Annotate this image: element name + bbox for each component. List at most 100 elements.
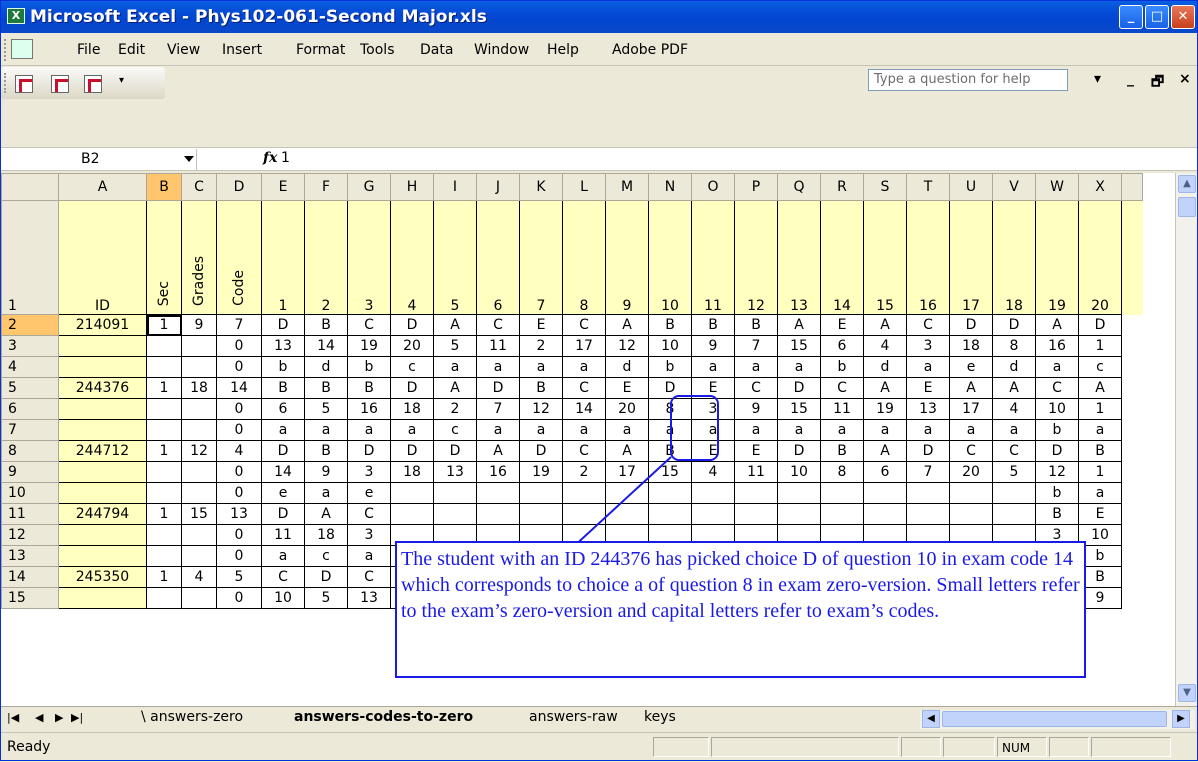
last-sheet-icon[interactable]: ▶| [71, 711, 83, 724]
cell-Q5[interactable]: D [777, 377, 821, 399]
sheet-tab-answers-codes-to-zero[interactable]: answers-codes-to-zero [294, 709, 473, 725]
cell-I11[interactable] [433, 503, 477, 525]
cell-U9[interactable]: 20 [949, 461, 993, 483]
cell-G13[interactable]: a [347, 545, 391, 567]
cell-B2[interactable]: 1 [146, 314, 182, 336]
cell-H5[interactable]: D [390, 377, 434, 399]
cell-S9[interactable]: 6 [863, 461, 907, 483]
cell-R6[interactable]: 11 [820, 398, 864, 420]
cell-I3[interactable]: 5 [433, 335, 477, 357]
excel-app-icon[interactable]: X [7, 8, 25, 24]
column-header-S[interactable]: S [863, 173, 907, 201]
cell-B15[interactable] [146, 587, 182, 609]
cell-W4[interactable]: a [1035, 356, 1079, 378]
cell-T2[interactable]: C [906, 314, 950, 336]
column-header-B[interactable]: B [146, 173, 182, 201]
cell-E9[interactable]: 14 [261, 461, 305, 483]
menu-window[interactable]: Window [474, 42, 529, 58]
cell-A1[interactable]: ID [58, 200, 147, 315]
cell-J8[interactable]: A [476, 440, 520, 462]
cell-H2[interactable]: D [390, 314, 434, 336]
cell-H1[interactable]: 4 [390, 200, 434, 315]
cell-X6[interactable]: 1 [1078, 398, 1122, 420]
cell-O1[interactable]: 11 [691, 200, 735, 315]
column-header-C[interactable]: C [181, 173, 217, 201]
column-header-I[interactable]: I [433, 173, 477, 201]
cell-O7[interactable]: a [691, 419, 735, 441]
cell-I4[interactable]: a [433, 356, 477, 378]
sheet-tab-answers-zero[interactable]: \ answers-zero [141, 709, 243, 725]
cell-S1[interactable]: 15 [863, 200, 907, 315]
cell-L4[interactable]: a [562, 356, 606, 378]
cell-S2[interactable]: A [863, 314, 907, 336]
cell-B6[interactable] [146, 398, 182, 420]
row-header-7[interactable]: 7 [1, 419, 59, 441]
column-header-V[interactable]: V [992, 173, 1036, 201]
workbook-icon[interactable] [11, 39, 33, 59]
row-header-3[interactable]: 3 [1, 335, 59, 357]
cell-U5[interactable]: A [949, 377, 993, 399]
cell-F9[interactable]: 9 [304, 461, 348, 483]
cell-F5[interactable]: B [304, 377, 348, 399]
cell-K1[interactable]: 7 [519, 200, 563, 315]
cell-Q8[interactable]: D [777, 440, 821, 462]
cell-A4[interactable] [58, 356, 147, 378]
cell-H9[interactable]: 18 [390, 461, 434, 483]
cell-U6[interactable]: 17 [949, 398, 993, 420]
row-header-1[interactable]: 1 [1, 200, 59, 315]
cell-A9[interactable] [58, 461, 147, 483]
cell-X3[interactable]: 1 [1078, 335, 1122, 357]
cell-J4[interactable]: a [476, 356, 520, 378]
cell-C12[interactable] [181, 524, 217, 546]
cell-T7[interactable]: a [906, 419, 950, 441]
cell-S11[interactable] [863, 503, 907, 525]
cell-B8[interactable]: 1 [146, 440, 182, 462]
row-header-9[interactable]: 9 [1, 461, 59, 483]
cell-K5[interactable]: B [519, 377, 563, 399]
cell-F8[interactable]: B [304, 440, 348, 462]
horizontal-scroll-thumb[interactable] [942, 711, 1167, 727]
cell-B10[interactable] [146, 482, 182, 504]
cell-K7[interactable]: a [519, 419, 563, 441]
cell-E6[interactable]: 6 [261, 398, 305, 420]
vertical-scroll-thumb[interactable] [1178, 197, 1196, 217]
cell-T1[interactable]: 16 [906, 200, 950, 315]
cell-S6[interactable]: 19 [863, 398, 907, 420]
cell-M8[interactable]: A [605, 440, 649, 462]
cell-W3[interactable]: 16 [1035, 335, 1079, 357]
cell-O4[interactable]: a [691, 356, 735, 378]
cell-T10[interactable] [906, 482, 950, 504]
cell-N10[interactable] [648, 482, 692, 504]
cell-E12[interactable]: 11 [261, 524, 305, 546]
cell-G2[interactable]: C [347, 314, 391, 336]
cell-D7[interactable]: 0 [216, 419, 262, 441]
cell-F11[interactable]: A [304, 503, 348, 525]
cell-S5[interactable]: A [863, 377, 907, 399]
cell-L6[interactable]: 14 [562, 398, 606, 420]
cell-E2[interactable]: D [261, 314, 305, 336]
cell-L9[interactable]: 2 [562, 461, 606, 483]
cell-A14[interactable]: 245350 [58, 566, 147, 588]
cell-G6[interactable]: 16 [347, 398, 391, 420]
cell-D9[interactable]: 0 [216, 461, 262, 483]
cell-R10[interactable] [820, 482, 864, 504]
cell-W7[interactable]: b [1035, 419, 1079, 441]
cell-V3[interactable]: 8 [992, 335, 1036, 357]
column-header-J[interactable]: J [476, 173, 520, 201]
cell-V2[interactable]: D [992, 314, 1036, 336]
cell-M10[interactable] [605, 482, 649, 504]
menu-data[interactable]: Data [420, 42, 453, 58]
cell-M3[interactable]: 12 [605, 335, 649, 357]
cell-G15[interactable]: 13 [347, 587, 391, 609]
first-sheet-icon[interactable]: |◀ [7, 711, 19, 724]
cell-J3[interactable]: 11 [476, 335, 520, 357]
cell-G7[interactable]: a [347, 419, 391, 441]
menu-adobe-pdf[interactable]: Adobe PDF [612, 42, 688, 58]
cell-C10[interactable] [181, 482, 217, 504]
cell-F12[interactable]: 18 [304, 524, 348, 546]
cell-S8[interactable]: A [863, 440, 907, 462]
cell-K11[interactable] [519, 503, 563, 525]
cell-N5[interactable]: D [648, 377, 692, 399]
cell-I2[interactable]: A [433, 314, 477, 336]
cell-P5[interactable]: C [734, 377, 778, 399]
